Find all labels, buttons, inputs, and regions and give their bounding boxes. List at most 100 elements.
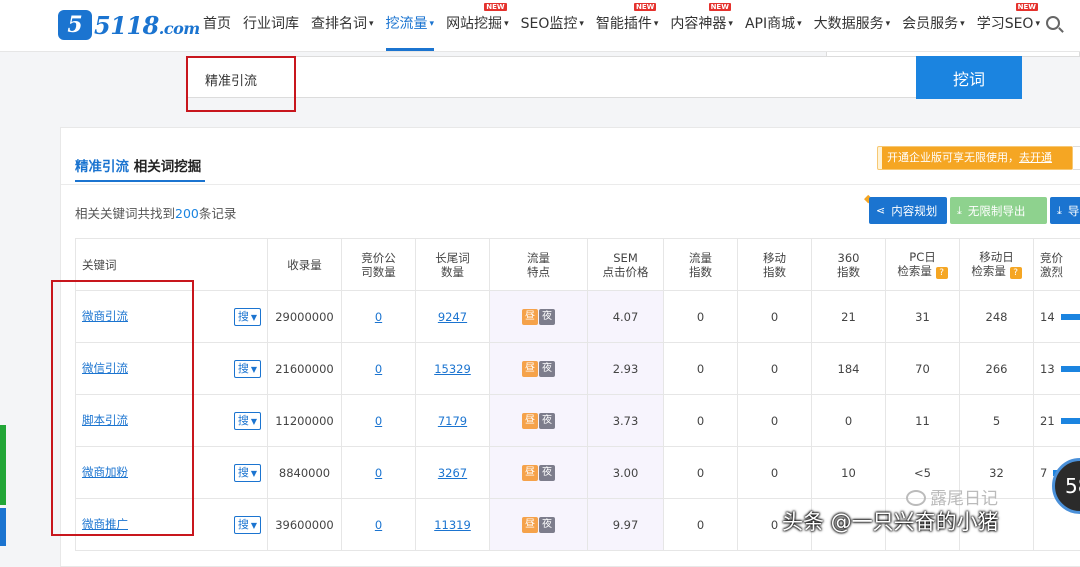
top-navigation-bar: 5 5118.com 首页行业词库查排名词▾挖流量▾网站挖掘▾NEWSEO监控▾… [0,0,1080,52]
bidders-link[interactable]: 0 [375,362,382,376]
nav-item-8[interactable]: API商城▾ [745,14,802,34]
search-engine-dropdown[interactable]: 搜▼ [234,464,261,482]
help-icon[interactable]: ? [936,267,948,279]
export-button[interactable]: ⤓导 [1050,197,1080,224]
bidders-cell: 0 [342,291,416,343]
col-competition[interactable]: 竞价 激烈 [1034,239,1080,291]
nav-item-label: 网站挖掘 [446,16,502,32]
mobile-index-cell: 0 [738,291,812,343]
highlight-box-keywords [51,280,194,536]
enterprise-promo-banner: 开通企业版可享无限使用，去开通 [877,146,1073,170]
competition-bar [1061,366,1080,372]
result-summary: 相关关键词共找到200条记录 [75,203,236,222]
day-tag: 昼 [522,413,538,429]
col-longtail[interactable]: 长尾词 数量 [416,239,490,291]
search-engine-dropdown[interactable]: 搜▼ [234,516,261,534]
content-plan-button[interactable]: ⋖内容规划 [869,197,947,224]
search-engine-dropdown[interactable]: 搜▼ [234,412,261,430]
unlimited-export-button[interactable]: ⤓无限制导出 [950,197,1047,224]
flow-cell: 昼夜 [490,291,588,343]
main-menu: 首页行业词库查排名词▾挖流量▾网站挖掘▾NEWSEO监控▾智能插件▾NEW内容神… [203,14,1052,34]
competition-cell: 14 [1034,291,1080,343]
col-pc-daily[interactable]: PC日 检索量 ? [886,239,960,291]
caret-down-icon: ▼ [251,469,257,478]
caret-down-icon: ▼ [251,417,257,426]
site-logo[interactable]: 5 5118.com [58,8,200,42]
new-badge: NEW [1016,3,1038,11]
nav-item-5[interactable]: SEO监控▾ [521,14,584,34]
col-360-index[interactable]: 360 指数 [812,239,886,291]
new-badge: NEW [709,3,731,11]
col-flow-index[interactable]: 流量 指数 [664,239,738,291]
nav-item-3[interactable]: 挖流量▾ [386,14,435,34]
side-tab-blue[interactable] [0,508,6,546]
pc-daily-cell: 11 [886,395,960,447]
mobile-daily-cell: 266 [960,343,1034,395]
caret-down-icon: ▾ [728,19,733,29]
sem-cell: 3.00 [588,447,664,499]
index-cell: 21600000 [268,343,342,395]
col-sem[interactable]: SEM 点击价格 [588,239,664,291]
nav-item-label: 智能插件 [596,16,652,32]
longtail-link[interactable]: 11319 [434,518,471,532]
nav-item-6[interactable]: 智能插件▾NEW [596,14,659,34]
bidders-link[interactable]: 0 [375,466,382,480]
longtail-link[interactable]: 9247 [438,310,467,324]
logo-mark-icon: 5 [58,10,92,40]
nav-item-1[interactable]: 行业词库 [243,14,299,34]
tab-related-keywords[interactable]: 精准引流 相关词挖掘 [75,155,201,175]
search-engine-dropdown[interactable]: 搜▼ [234,308,261,326]
nav-item-10[interactable]: 会员服务▾ [902,14,965,34]
search-engine-dropdown[interactable]: 搜▼ [234,360,261,378]
longtail-link[interactable]: 7179 [438,414,467,428]
nav-item-label: 会员服务 [902,16,958,32]
nav-item-2[interactable]: 查排名词▾ [311,14,374,34]
side-tab-green[interactable] [0,425,6,505]
day-tag: 昼 [522,309,538,325]
help-icon[interactable]: ? [1010,267,1022,279]
caret-down-icon: ▼ [251,521,257,530]
caret-down-icon: ▾ [369,19,374,29]
night-tag: 夜 [539,361,555,377]
mobile-daily-cell: 248 [960,291,1034,343]
tab-divider [61,184,1080,185]
longtail-link[interactable]: 3267 [438,466,467,480]
night-tag: 夜 [539,413,555,429]
nav-item-label: SEO监控 [521,16,578,32]
nav-item-label: 内容神器 [670,16,726,32]
col-mobile-daily[interactable]: 移动日 检索量 ? [960,239,1034,291]
bidders-link[interactable]: 0 [375,518,382,532]
search-icon[interactable] [1046,16,1060,30]
nav-item-9[interactable]: 大数据服务▾ [814,14,891,34]
longtail-cell: 11319 [416,499,490,551]
nav-item-label: 首页 [203,16,231,32]
nav-item-0[interactable]: 首页 [203,14,231,34]
caret-down-icon: ▼ [251,365,257,374]
bidders-link[interactable]: 0 [375,310,382,324]
caret-down-icon: ▾ [960,19,965,29]
share-icon: ⋖ [876,204,885,217]
longtail-link[interactable]: 15329 [434,362,471,376]
caret-down-icon: ▾ [886,19,891,29]
competition-bar [1061,314,1080,320]
col-bidders[interactable]: 竞价公 司数量 [342,239,416,291]
nav-item-label: 查排名词 [311,16,367,32]
pc-daily-cell: 70 [886,343,960,395]
col-index[interactable]: 收录量 [268,239,342,291]
nav-item-4[interactable]: 网站挖掘▾NEW [446,14,509,34]
flow-index-cell: 0 [664,447,738,499]
promo-side-box [1073,146,1080,170]
mobile-daily-cell: 5 [960,395,1034,447]
dig-keywords-button[interactable]: 挖词 [916,56,1022,99]
sem-cell: 2.93 [588,343,664,395]
new-badge: NEW [484,3,506,11]
bidders-link[interactable]: 0 [375,414,382,428]
promo-open-link[interactable]: 去开通 [1019,151,1052,164]
col-mobile-index[interactable]: 移动 指数 [738,239,812,291]
mobile-index-cell: 0 [738,395,812,447]
nav-item-11[interactable]: 学习SEO▾NEW [977,14,1040,34]
caret-down-icon: ▾ [430,19,435,29]
new-badge: NEW [634,3,656,11]
night-tag: 夜 [539,465,555,481]
nav-item-7[interactable]: 内容神器▾NEW [670,14,733,34]
